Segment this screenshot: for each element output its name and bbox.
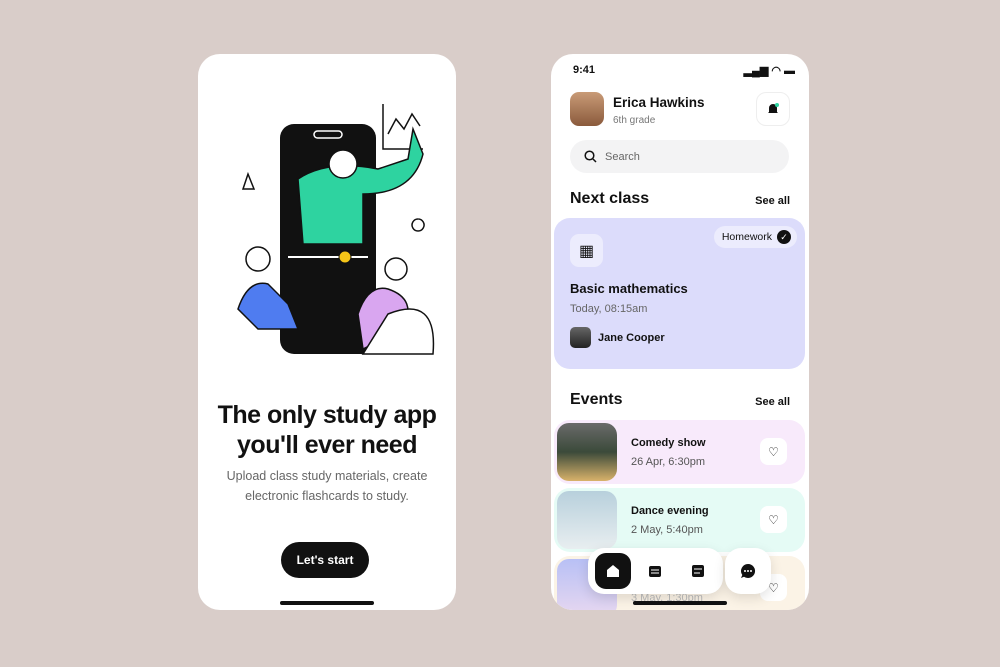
signal-wifi-battery-icon: ▂▄▆ ◠ ▬	[743, 65, 795, 77]
calendar-icon	[649, 566, 662, 577]
homework-badge[interactable]: Homework ✓	[713, 226, 797, 248]
next-class-see-all[interactable]: See all	[755, 195, 790, 207]
status-bar: 9:41 ▂▄▆ ◠ ▬	[573, 64, 795, 77]
teacher-avatar	[570, 327, 591, 348]
home-indicator	[280, 601, 374, 605]
onboarding-screen: The only study app you'll ever need Uploa…	[198, 54, 456, 610]
chat-icon	[741, 563, 756, 578]
event-card[interactable]: Dance evening 2 May, 5:40pm ♡	[554, 488, 805, 552]
headline-line: you'll ever need	[237, 431, 417, 459]
status-time: 9:41	[573, 64, 596, 76]
event-date: 2 May, 5:40pm	[631, 524, 703, 536]
bottom-nav	[588, 548, 723, 594]
nav-calendar[interactable]	[637, 553, 673, 589]
event-title: Comedy show	[631, 437, 706, 449]
home-indicator	[633, 601, 727, 605]
nav-notes[interactable]	[680, 553, 716, 589]
teacher-name: Jane Cooper	[598, 331, 665, 344]
event-title: Dance evening	[631, 505, 709, 517]
calculator-icon: ▦	[570, 234, 603, 267]
next-class-heading: Next class	[570, 190, 650, 207]
notes-icon	[691, 565, 704, 577]
next-class-card[interactable]: ▦ Homework ✓ Basic mathematics Today, 08:…	[554, 218, 805, 369]
event-card[interactable]: Comedy show 26 Apr, 6:30pm ♡	[554, 420, 805, 484]
heart-icon[interactable]: ♡	[760, 506, 787, 533]
events-see-all[interactable]: See all	[755, 396, 790, 408]
search-input[interactable]: Search	[570, 140, 789, 173]
event-image	[557, 423, 617, 481]
nav-home[interactable]	[595, 553, 632, 589]
event-date: 26 Apr, 6:30pm	[631, 456, 705, 468]
headline: The only study app you'll ever need	[198, 400, 456, 460]
subtitle: Upload class study materials, create ele…	[226, 469, 428, 503]
lets-start-button[interactable]: Let's start	[281, 542, 369, 578]
avatar[interactable]	[570, 92, 604, 126]
home-icon	[607, 565, 620, 577]
class-name: Basic mathematics	[570, 281, 688, 296]
check-icon: ✓	[777, 230, 791, 244]
user-grade: 6th grade	[613, 115, 656, 126]
homework-label: Homework	[721, 231, 772, 243]
class-time: Today, 08:15am	[570, 303, 648, 315]
home-screen: 9:41 ▂▄▆ ◠ ▬ Erica Hawkins 6th grade Sea…	[551, 54, 809, 610]
notifications-button[interactable]	[756, 92, 790, 126]
event-image	[557, 491, 617, 549]
chat-button[interactable]	[725, 548, 771, 594]
user-name: Erica Hawkins	[613, 95, 705, 110]
search-placeholder: Search	[605, 150, 640, 163]
events-heading: Events	[570, 391, 623, 408]
headline-line: The only study app	[217, 401, 437, 429]
bell-icon	[768, 103, 779, 114]
search-icon	[584, 150, 597, 163]
teacher: Jane Cooper	[570, 327, 665, 348]
heart-icon[interactable]: ♡	[760, 438, 787, 465]
study-illustration	[237, 104, 435, 355]
